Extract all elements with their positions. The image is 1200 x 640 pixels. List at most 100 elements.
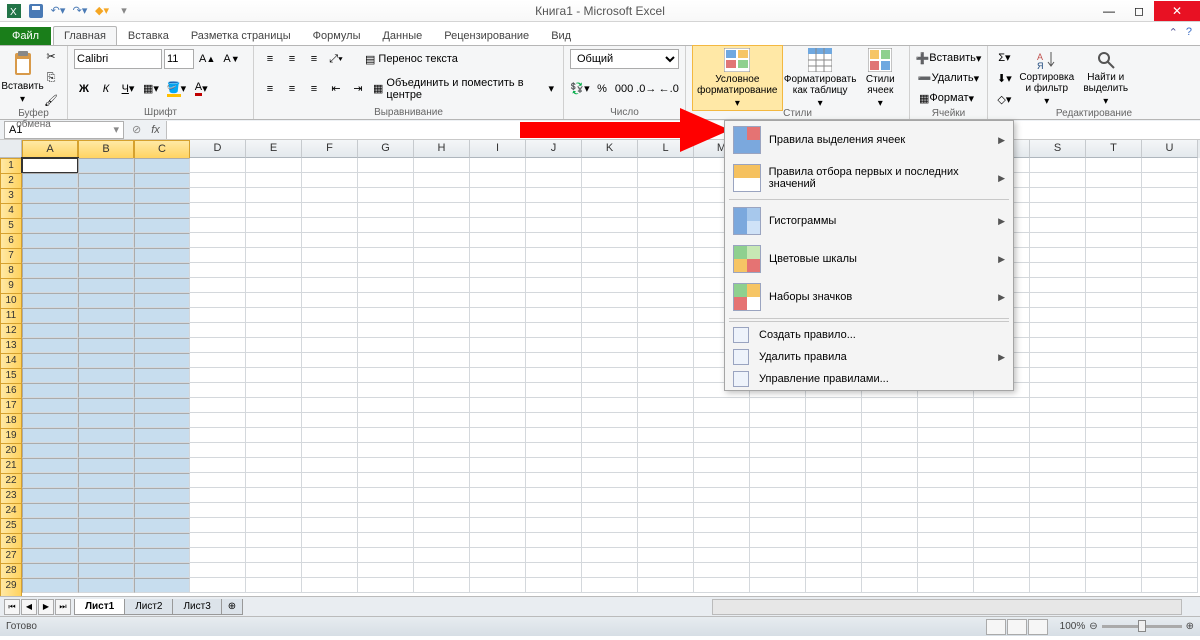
cell[interactable] xyxy=(246,158,302,173)
italic-button[interactable]: К xyxy=(96,79,116,99)
menu-item[interactable]: Создать правило... xyxy=(725,324,1013,346)
cell[interactable] xyxy=(638,413,694,428)
cell[interactable] xyxy=(22,428,78,443)
column-header-F[interactable]: F xyxy=(302,140,358,158)
cell[interactable] xyxy=(1142,353,1198,368)
font-color-button[interactable]: A▾ xyxy=(191,79,211,99)
cell[interactable] xyxy=(1086,533,1142,548)
cell[interactable] xyxy=(638,158,694,173)
cell[interactable] xyxy=(22,323,78,338)
cell[interactable] xyxy=(638,473,694,488)
delete-cells-button[interactable]: ➖Удалить▾ xyxy=(916,68,981,88)
cell[interactable] xyxy=(806,548,862,563)
cell[interactable] xyxy=(1030,293,1086,308)
column-header-U[interactable]: U xyxy=(1142,140,1198,158)
cell[interactable] xyxy=(1086,218,1142,233)
cell[interactable] xyxy=(638,323,694,338)
close-button[interactable]: ✕ xyxy=(1154,1,1200,21)
cell[interactable] xyxy=(78,503,134,518)
cell[interactable] xyxy=(1142,308,1198,323)
cell[interactable] xyxy=(526,203,582,218)
sheet-nav-next[interactable]: ▶ xyxy=(38,599,54,615)
cell[interactable] xyxy=(190,248,246,263)
cell[interactable] xyxy=(638,233,694,248)
cell[interactable] xyxy=(78,308,134,323)
cell[interactable] xyxy=(78,518,134,533)
cell[interactable] xyxy=(134,308,190,323)
autosum-button[interactable]: Σ▾ xyxy=(994,47,1015,67)
cell[interactable] xyxy=(582,368,638,383)
cell[interactable] xyxy=(134,188,190,203)
cell[interactable] xyxy=(78,293,134,308)
fill-button[interactable]: ⬇▾ xyxy=(994,68,1015,88)
cell[interactable] xyxy=(78,578,134,593)
cell[interactable] xyxy=(526,263,582,278)
cell[interactable] xyxy=(1030,548,1086,563)
cell[interactable] xyxy=(78,413,134,428)
cell[interactable] xyxy=(134,368,190,383)
cell[interactable] xyxy=(918,578,974,593)
cell[interactable] xyxy=(1142,218,1198,233)
tab-pagelayout[interactable]: Разметка страницы xyxy=(180,26,302,45)
cell[interactable] xyxy=(1086,503,1142,518)
cell[interactable] xyxy=(302,323,358,338)
cell[interactable] xyxy=(1030,503,1086,518)
cell[interactable] xyxy=(190,353,246,368)
cell[interactable] xyxy=(190,323,246,338)
minimize-button[interactable]: — xyxy=(1094,1,1124,21)
cell[interactable] xyxy=(414,158,470,173)
cell[interactable] xyxy=(134,353,190,368)
cell[interactable] xyxy=(750,413,806,428)
cell[interactable] xyxy=(1086,233,1142,248)
cell[interactable] xyxy=(78,368,134,383)
cell[interactable] xyxy=(414,188,470,203)
cell[interactable] xyxy=(806,458,862,473)
cell[interactable] xyxy=(638,563,694,578)
cell[interactable] xyxy=(1030,353,1086,368)
cell[interactable] xyxy=(1086,173,1142,188)
menu-item[interactable]: Гистограммы▶ xyxy=(725,202,1013,240)
cell[interactable] xyxy=(246,443,302,458)
menu-item[interactable]: Удалить правила▶ xyxy=(725,346,1013,368)
cell[interactable] xyxy=(470,173,526,188)
cell[interactable] xyxy=(134,563,190,578)
cell[interactable] xyxy=(974,548,1030,563)
orientation-button[interactable]: ⤢▾ xyxy=(326,49,346,69)
cell[interactable] xyxy=(638,353,694,368)
cell[interactable] xyxy=(246,248,302,263)
cell[interactable] xyxy=(246,173,302,188)
menu-item[interactable]: Правила выделения ячеек▶ xyxy=(725,121,1013,159)
align-middle-button[interactable]: ≡ xyxy=(282,49,302,69)
cell[interactable] xyxy=(78,458,134,473)
cell[interactable] xyxy=(638,203,694,218)
cell[interactable] xyxy=(750,488,806,503)
cell[interactable] xyxy=(246,413,302,428)
cell[interactable] xyxy=(526,173,582,188)
cell[interactable] xyxy=(470,368,526,383)
cell[interactable] xyxy=(78,278,134,293)
cell[interactable] xyxy=(414,368,470,383)
cell[interactable] xyxy=(470,383,526,398)
cell[interactable] xyxy=(582,563,638,578)
qat-custom-icon[interactable]: ◆▾ xyxy=(92,2,112,20)
sheet-tab-1[interactable]: Лист1 xyxy=(74,599,125,615)
cell[interactable] xyxy=(1030,533,1086,548)
cell[interactable] xyxy=(1086,548,1142,563)
cell[interactable] xyxy=(302,173,358,188)
cell[interactable] xyxy=(302,353,358,368)
cell[interactable] xyxy=(974,398,1030,413)
cell[interactable] xyxy=(1086,473,1142,488)
cell[interactable] xyxy=(302,218,358,233)
cell[interactable] xyxy=(694,398,750,413)
cell[interactable] xyxy=(302,443,358,458)
cell[interactable] xyxy=(246,518,302,533)
tab-review[interactable]: Рецензирование xyxy=(433,26,540,45)
cell[interactable] xyxy=(1030,413,1086,428)
cell[interactable] xyxy=(918,458,974,473)
cell[interactable] xyxy=(470,503,526,518)
cell[interactable] xyxy=(22,173,78,188)
cell[interactable] xyxy=(414,428,470,443)
cell[interactable] xyxy=(358,278,414,293)
sheet-nav-first[interactable]: ⏮ xyxy=(4,599,20,615)
cell[interactable] xyxy=(190,503,246,518)
